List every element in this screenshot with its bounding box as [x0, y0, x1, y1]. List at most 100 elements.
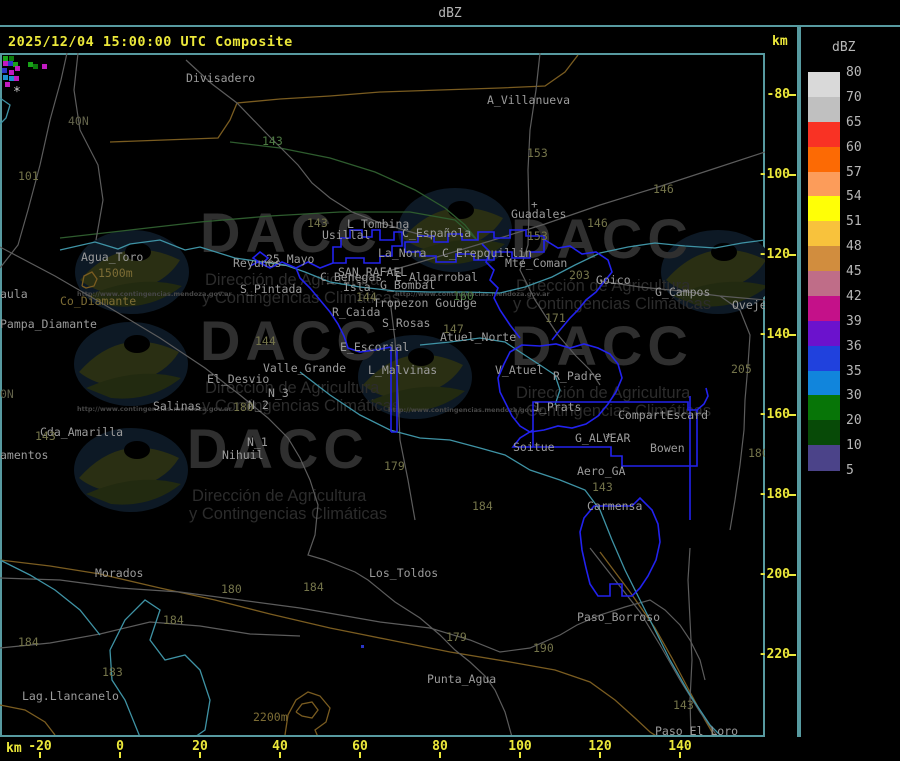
route-label: 146: [653, 182, 674, 196]
echo-pixel: [3, 61, 8, 66]
legend-value-label: 39: [846, 313, 862, 329]
legend-value-label: 36: [846, 338, 862, 354]
dacc-leaf-logo: [74, 428, 188, 512]
legend-value-label: 70: [846, 89, 862, 105]
town-label: Pampa_Diamante: [0, 317, 97, 331]
echo-pixel: [5, 82, 10, 87]
route-label: 147: [443, 322, 464, 336]
y-axis-unit-label: km: [772, 34, 788, 49]
echo-pixel: [9, 56, 14, 61]
legend-swatch: [808, 171, 840, 197]
radar-map-canvas: DACC Dirección de Agriculturay Contingenc…: [0, 53, 765, 735]
route-label: 146: [587, 216, 608, 230]
town-label: E_Escorial: [340, 340, 409, 354]
route-label: 144: [255, 334, 276, 348]
route-label: 40N: [68, 114, 89, 128]
blue-dot-marker: [361, 645, 364, 648]
header-bar: 2025/12/04 15:00:00 UTC Composite km: [0, 27, 900, 53]
town-label: Nihuil: [222, 448, 264, 462]
town-label: L_Tombina: [347, 217, 409, 231]
town-label: 25_Mayo: [266, 252, 315, 266]
x-tick-mark: [599, 752, 601, 758]
legend-title: dBZ: [832, 40, 856, 55]
echo-pixel: [9, 76, 14, 81]
y-tick-label: -200: [758, 567, 790, 582]
legend-swatch: [808, 345, 840, 371]
x-tick-mark: [119, 752, 121, 758]
town-label: El_Desvio: [207, 372, 269, 386]
town-label: Paso El_Loro: [655, 724, 738, 735]
echo-pixel: [3, 75, 8, 80]
echo-pixel: [15, 66, 20, 71]
route-label: 2200m: [253, 710, 288, 724]
route-label: 101: [18, 169, 39, 183]
legend-value-label: 54: [846, 189, 862, 205]
town-label: Lag.Llancanelo: [22, 689, 119, 703]
town-label: S_Pintada: [240, 282, 302, 296]
svg-text:Dirección de Agricultura: Dirección de Agricultura: [192, 487, 367, 505]
town-label: L_Malvinas: [368, 363, 437, 377]
x-tick-mark: [359, 752, 361, 758]
svg-text:DACC: DACC: [187, 417, 369, 480]
route-label: 205: [731, 362, 752, 376]
route-label: 180: [233, 400, 254, 414]
town-label: N_1: [247, 435, 268, 449]
town-label: C_Española: [402, 226, 471, 240]
legend-swatch: [808, 96, 840, 123]
y-tick-label: -220: [758, 647, 790, 662]
echo-pixel: [28, 62, 33, 67]
route-label: 143: [592, 480, 613, 494]
watermark-url: http://www.contingencias.mendoza.gov.ar: [388, 406, 544, 414]
y-tick-label: -120: [758, 247, 790, 262]
town-label: S_Rosas: [382, 316, 430, 330]
legend-value-label: 5: [846, 463, 854, 478]
y-tick-mark: [789, 174, 796, 176]
route-label: 153: [527, 146, 548, 160]
town-label: Soitue: [513, 440, 555, 454]
route-label: 144: [356, 290, 377, 304]
x-tick-mark: [199, 752, 201, 758]
route-label: 160: [453, 289, 474, 303]
legend-swatch: [808, 420, 840, 446]
echo-pixel: [2, 68, 7, 73]
legend-swatch: [808, 121, 840, 148]
legend-value-label: 65: [846, 114, 862, 130]
town-label: A_Villanueva: [487, 93, 570, 107]
town-label: CompartEscard: [618, 408, 708, 422]
route-label: 184: [18, 635, 39, 649]
route-label: 180: [748, 446, 765, 460]
legend-value-label: 51: [846, 214, 862, 230]
y-tick-label: -100: [758, 167, 790, 182]
y-tick-mark: [789, 414, 796, 416]
legend-value-label: 60: [846, 139, 862, 155]
route-label: 171: [545, 311, 566, 325]
radar-echo-pixels: [2, 56, 47, 87]
town-label: aula: [0, 287, 28, 301]
legend-swatch: [808, 370, 840, 396]
y-tick-mark: [789, 654, 796, 656]
route-label: Co_Diamante: [60, 294, 136, 308]
town-label: Aero_GA: [577, 464, 626, 478]
route-label: 190: [533, 641, 554, 655]
town-label: Guadales: [511, 207, 566, 221]
x-tick-mark: [679, 752, 681, 758]
radar-app-window: dBZ 2025/12/04 15:00:00 UTC Composite km…: [0, 0, 900, 761]
legend-separator-line: [797, 27, 801, 761]
legend-value-label: 20: [846, 413, 862, 429]
legend-value-label: 57: [846, 164, 862, 180]
y-tick-label: -140: [758, 327, 790, 342]
legend-swatch: [808, 271, 840, 297]
legend-value-label: 42: [846, 288, 862, 304]
y-tick-label: -160: [758, 407, 790, 422]
route-label: 153: [527, 229, 548, 243]
legend-swatch: [808, 196, 840, 222]
legend-value-label: 35: [846, 363, 862, 379]
town-label: Valle_Grande: [263, 361, 346, 375]
town-label: Goico: [596, 273, 631, 287]
x-tick-mark: [439, 752, 441, 758]
legend-swatch: [808, 72, 840, 98]
town-label: Oveje: [732, 298, 765, 312]
town-label: Agua_Toro: [81, 250, 143, 264]
town-label: Paso_Borroso: [577, 610, 660, 624]
legend-value-label: 30: [846, 388, 862, 404]
